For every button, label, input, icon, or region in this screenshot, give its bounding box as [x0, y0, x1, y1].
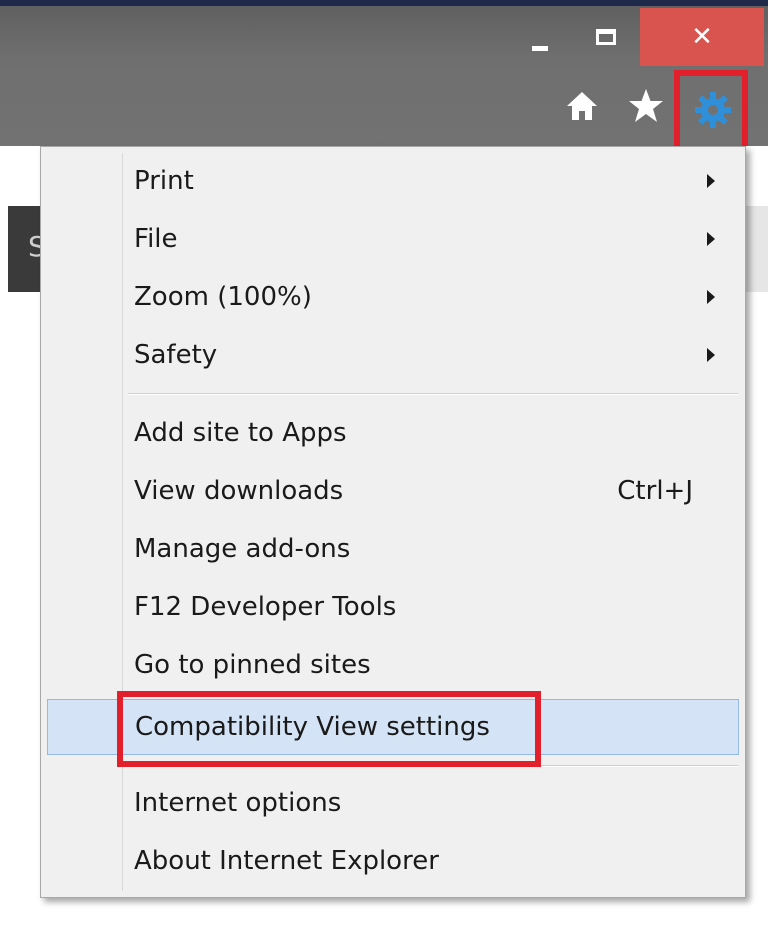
submenu-arrow-icon: [707, 174, 715, 188]
page-right-edge: [744, 206, 768, 292]
menu-item-label: Zoom (100%): [134, 282, 312, 312]
window-titlebar: ✕: [0, 0, 768, 152]
menu-item-label: About Internet Explorer: [134, 846, 439, 876]
menu-item-about-internet-explorer[interactable]: About Internet Explorer: [47, 833, 739, 889]
menu-item-safety[interactable]: Safety: [47, 327, 739, 383]
star-icon-graphic: [629, 89, 663, 122]
titlebar-top-strip: [0, 0, 768, 6]
menu-item-manage-add-ons[interactable]: Manage add-ons: [47, 521, 739, 577]
menu-item-label: Safety: [134, 340, 218, 370]
close-icon: ✕: [691, 22, 713, 52]
menu-item-label: View downloads: [134, 476, 344, 506]
compatibility-highlight-box: [117, 691, 541, 767]
home-icon[interactable]: [562, 82, 602, 130]
maximize-button[interactable]: [578, 8, 634, 66]
submenu-arrow-icon: [707, 232, 715, 246]
menu-item-label: Go to pinned sites: [134, 650, 371, 680]
home-icon-graphic: [567, 92, 597, 120]
menu-item-label: Internet options: [134, 788, 342, 818]
menu-item-view-downloads[interactable]: View downloads Ctrl+J: [47, 463, 739, 519]
menu-item-label: Print: [134, 166, 194, 196]
menu-item-label: Add site to Apps: [134, 418, 347, 448]
minimize-icon: [532, 45, 548, 51]
submenu-arrow-icon: [707, 348, 715, 362]
menu-item-file[interactable]: File: [47, 211, 739, 267]
menu-item-developer-tools[interactable]: F12 Developer Tools: [47, 579, 739, 635]
tools-menu: Print File Zoom (100%) Safety Add site t…: [40, 146, 746, 898]
menu-item-label: Manage add-ons: [134, 534, 351, 564]
menu-item-label: File: [134, 224, 178, 254]
submenu-arrow-icon: [707, 290, 715, 304]
menu-item-go-to-pinned-sites[interactable]: Go to pinned sites: [47, 637, 739, 693]
menu-item-print[interactable]: Print: [47, 153, 739, 209]
star-icon[interactable]: [626, 82, 666, 130]
gear-icon-graphic: [695, 92, 731, 128]
menu-item-label: F12 Developer Tools: [134, 592, 397, 622]
menu-separator: [128, 393, 738, 395]
maximize-icon: [596, 29, 616, 45]
menu-item-shortcut: Ctrl+J: [617, 476, 693, 506]
menu-item-internet-options[interactable]: Internet options: [47, 775, 739, 831]
gear-icon[interactable]: [693, 86, 733, 134]
close-button[interactable]: ✕: [640, 8, 764, 66]
menu-item-add-site-to-apps[interactable]: Add site to Apps: [47, 405, 739, 461]
menu-item-zoom[interactable]: Zoom (100%): [47, 269, 739, 325]
minimize-button[interactable]: [512, 8, 568, 66]
